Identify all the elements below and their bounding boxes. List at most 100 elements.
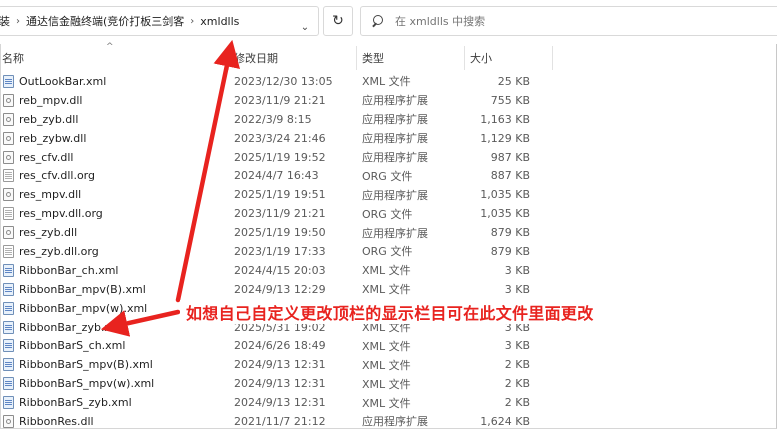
file-name-cell: RibbonBar_mpv(B).xml [0,280,146,299]
sort-up-icon: ^ [106,42,114,52]
file-name: res_zyb.dll [19,226,78,240]
file-row[interactable]: reb_zybw.dll 2023/3/24 21:46 应用程序扩展 1,129 K… [0,129,777,148]
file-list: OutLookBar.xml 2023/12/30 13:05 XML 文件 25 K… [0,72,777,431]
file-date: 2024/9/13 12:31 [234,377,326,391]
file-name-cell: RibbonBarS_ch.xml [0,336,125,355]
column-divider[interactable] [552,46,553,70]
file-name-cell: RibbonRes.dll [0,412,94,431]
file-type: 应用程序扩展 [362,113,428,127]
column-type[interactable]: 类型 [362,44,462,72]
column-name[interactable]: 名称 ^ [2,42,228,72]
file-row[interactable]: RibbonBar_ch.xml 2024/4/15 20:03 XML 文件 3 K… [0,261,777,280]
file-row[interactable]: res_mpv.dll 2025/1/19 19:51 应用程序扩展 1,035 KB [0,185,777,204]
file-name: RibbonBarS_mpv(w).xml [19,377,155,391]
file-name-cell: reb_zyb.dll [0,110,78,129]
column-divider[interactable] [228,46,229,70]
file-row[interactable]: reb_zyb.dll 2022/3/9 8:15 应用程序扩展 1,163 KB [0,110,777,129]
search-box[interactable] [360,6,777,36]
breadcrumb-item-0[interactable]: 装 [0,13,10,29]
file-date: 2023/3/24 21:46 [234,131,326,145]
file-name-cell: res_mpv.dll.org [0,204,103,223]
file-name-cell: RibbonBar_mpv(w).xml [0,299,147,318]
file-size: 879 KB [490,226,530,240]
xml-file-icon [3,377,14,391]
org-file-icon [3,244,14,258]
xml-file-icon [3,282,14,296]
file-date: 2024/9/13 12:29 [234,282,326,296]
dll-file-icon [3,131,14,145]
file-type: 应用程序扩展 [362,415,428,429]
file-row[interactable]: RibbonBarS_mpv(w).xml 2024/9/13 12:31 XML … [0,374,777,393]
breadcrumb: 装 › 通达信金融终端(竞价打板三剑客 › xmldlls [0,7,239,35]
file-date: 2024/4/7 16:43 [234,169,319,183]
file-size: 3 KB [504,263,530,277]
file-size: 1,163 KB [480,112,530,126]
file-row[interactable]: res_mpv.dll.org 2023/11/9 21:21 ORG 文件 1,03… [0,204,777,223]
file-type: XML 文件 [362,264,411,278]
org-file-icon [3,207,14,221]
file-name-cell: RibbonBar_zyb.xml [0,318,125,337]
file-row[interactable]: OutLookBar.xml 2023/12/30 13:05 XML 文件 25 K… [0,72,777,91]
file-date: 2021/11/7 21:12 [234,414,326,428]
breadcrumb-item-2[interactable]: xmldlls [200,15,239,28]
file-type: 应用程序扩展 [362,188,428,202]
file-name: res_cfv.dll.org [19,169,95,183]
search-input[interactable] [393,13,697,29]
file-row[interactable]: RibbonBar_mpv(B).xml 2024/9/13 12:29 XML 文… [0,280,777,299]
file-date: 2025/1/19 19:50 [234,226,326,240]
file-size: 1,129 KB [480,131,530,145]
file-size: 3 KB [504,339,530,353]
file-row[interactable]: res_cfv.dll.org 2024/4/7 16:43 ORG 文件 887 K… [0,166,777,185]
file-name-cell: res_zyb.dll [0,223,77,242]
file-date: 2022/3/9 8:15 [234,112,312,126]
column-size[interactable]: 大小 [470,44,550,72]
file-row[interactable]: RibbonRes.dll 2021/11/7 21:12 应用程序扩展 1,624 … [0,412,777,431]
file-row[interactable]: res_zyb.dll 2025/1/19 19:50 应用程序扩展 879 KB [0,223,777,242]
dll-file-icon [3,188,14,202]
file-date: 2025/1/19 19:51 [234,188,326,202]
breadcrumb-separator-icon: › [190,15,195,27]
file-row[interactable]: reb_mpv.dll 2023/11/9 21:21 应用程序扩展 755 KB [0,91,777,110]
file-type: XML 文件 [362,339,411,353]
breadcrumb-separator-icon: › [16,15,20,27]
address-row: 装 › 通达信金融终端(竞价打板三剑客 › xmldlls ⌄ ↻ [0,0,777,44]
file-name: RibbonBar_zyb.xml [19,320,125,334]
file-size: 1,624 KB [480,414,530,428]
annotation-callout: 如想自己自定义更改顶栏的显示栏目可在此文件里面更改 [180,300,600,324]
file-name-cell: RibbonBarS_mpv(B).xml [0,355,153,374]
file-row[interactable]: RibbonBarS_ch.xml 2024/6/26 18:49 XML 文件 3 … [0,336,777,355]
file-row[interactable]: res_cfv.dll 2025/1/19 19:52 应用程序扩展 987 KB [0,148,777,167]
file-name: res_mpv.dll.org [19,207,103,221]
file-date: 2023/12/30 13:05 [234,74,333,88]
refresh-button[interactable]: ↻ [323,6,353,36]
file-name: RibbonBar_mpv(w).xml [19,301,148,315]
file-row[interactable]: RibbonBarS_zyb.xml 2024/9/13 12:31 XML 文件 2… [0,393,777,412]
xml-file-icon [3,339,14,353]
chevron-down-icon[interactable]: ⌄ [294,16,316,38]
file-date: 2023/1/19 17:33 [234,244,326,258]
file-name: RibbonBarS_zyb.xml [19,396,132,410]
file-name-cell: res_cfv.dll [0,148,73,167]
breadcrumb-item-1[interactable]: 通达信金融终端(竞价打板三剑客 [26,13,184,29]
file-row[interactable]: res_zyb.dll.org 2023/1/19 17:33 ORG 文件 879 … [0,242,777,261]
file-date: 2024/6/26 18:49 [234,339,326,353]
file-type: ORG 文件 [362,169,413,183]
search-icon [373,15,385,27]
column-date[interactable]: 修改日期 [234,44,354,72]
file-row[interactable]: RibbonBarS_mpv(B).xml 2024/9/13 12:31 XML … [0,355,777,374]
file-name: RibbonRes.dll [19,414,94,428]
column-divider[interactable] [464,46,465,70]
file-type: 应用程序扩展 [362,151,428,164]
file-type: ORG 文件 [362,245,413,259]
file-size: 755 KB [490,93,530,107]
address-bar[interactable]: 装 › 通达信金融终端(竞价打板三剑客 › xmldlls ⌄ [0,6,319,36]
file-name-cell: res_zyb.dll.org [0,242,99,261]
file-name: res_mpv.dll [19,188,82,202]
file-size: 2 KB [504,358,530,372]
file-name: OutLookBar.xml [19,74,107,88]
file-name-cell: OutLookBar.xml [0,72,106,91]
file-type: XML 文件 [362,396,411,410]
column-divider[interactable] [356,46,357,70]
file-name-cell: reb_zybw.dll [0,129,86,148]
dll-file-icon [3,226,14,240]
